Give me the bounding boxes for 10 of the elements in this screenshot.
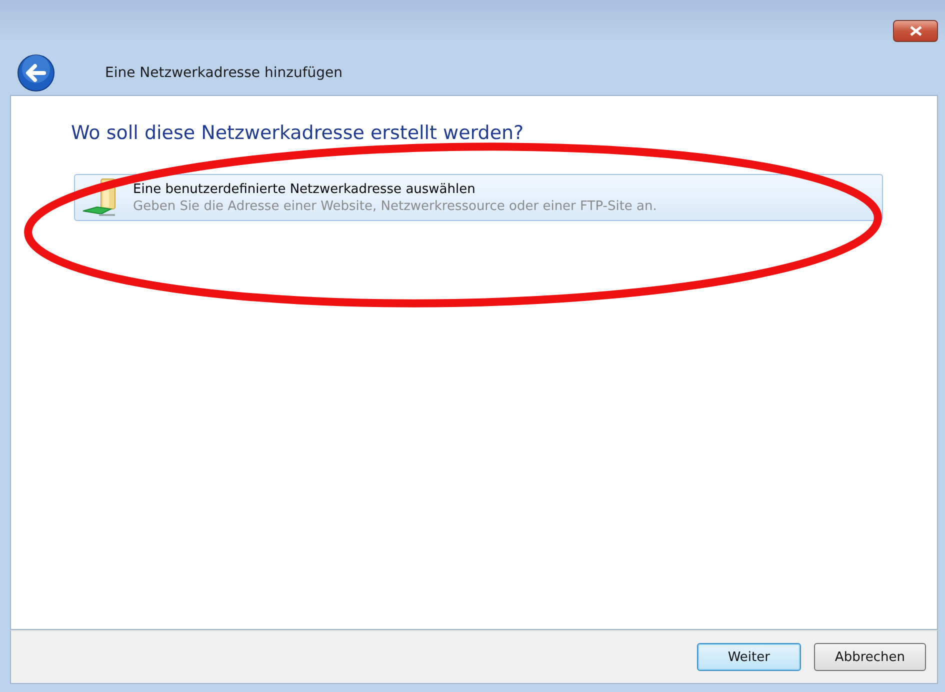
close-button[interactable] [893, 20, 938, 42]
window-title: Eine Netzwerkadresse hinzufügen [105, 64, 342, 80]
cancel-button[interactable]: Abbrechen [814, 643, 926, 671]
close-icon [910, 26, 922, 36]
page-heading: Wo soll diese Netzwerkadresse erstellt werden? [71, 122, 525, 144]
option-description: Geben Sie die Adresse einer Website, Netzwerkressource oder einer FTP-Site an. [133, 198, 657, 214]
option-item[interactable]: Eine benutzerdefinierte Netzwerkadresse auswählen Geben Sie die Adresse einer Website, Netzwerkressource oder einer FTP-Site an. [74, 174, 883, 221]
back-button[interactable] [17, 54, 55, 92]
next-button[interactable]: Weiter [696, 643, 801, 671]
option-title: Eine benutzerdefinierte Netzwerkadresse auswählen [133, 182, 476, 196]
